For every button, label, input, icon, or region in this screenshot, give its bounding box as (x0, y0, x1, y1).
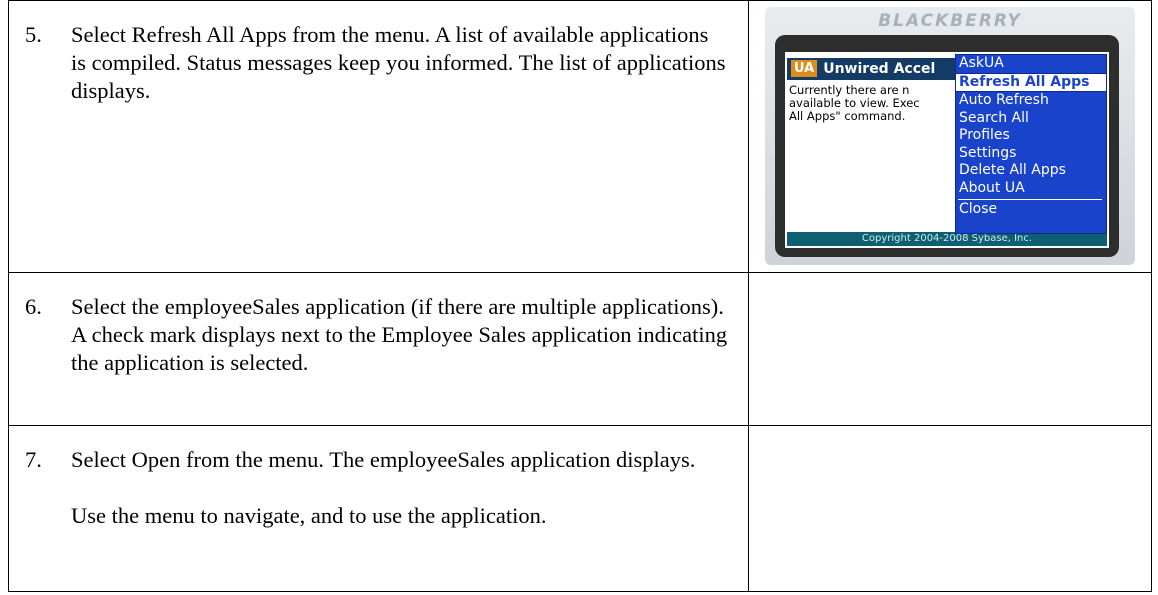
menu-item-about-ua[interactable]: About UA (956, 180, 1106, 198)
blackberry-screenshot: BLACKBERRY UA Unwired Accel Currently the… (765, 7, 1135, 265)
menu-separator (958, 199, 1102, 200)
empty-cell (748, 425, 1152, 592)
step-row-7: 7. Select Open from the menu. The employ… (8, 425, 1152, 592)
menu-item-askua[interactable]: AskUA (956, 55, 1106, 73)
menu-item-delete-all-apps[interactable]: Delete All Apps (956, 162, 1106, 180)
app-menu[interactable]: AskUA Refresh All Apps Auto Refresh Sear… (955, 54, 1107, 234)
step-text: Select Refresh All Apps from the menu. A… (71, 22, 726, 103)
step-text: Select Open from the menu. The employeeS… (71, 447, 696, 472)
app-title: Unwired Accel (823, 61, 936, 77)
step-text-cell: 5. Select Refresh All Apps from the menu… (8, 0, 749, 273)
screenshot-cell: BLACKBERRY UA Unwired Accel Currently the… (748, 0, 1152, 273)
device-brand: BLACKBERRY (878, 11, 1022, 31)
step-extra-text: Use the menu to navigate, and to use the… (71, 503, 547, 528)
menu-item-search-all[interactable]: Search All (956, 110, 1106, 128)
menu-item-settings[interactable]: Settings (956, 145, 1106, 163)
ua-logo-icon: UA (791, 60, 818, 77)
step-text-cell: 7. Select Open from the menu. The employ… (8, 425, 749, 592)
step-number: 7. (25, 447, 42, 472)
step-text-cell: 6. Select the employeeSales application … (8, 272, 749, 426)
menu-item-close[interactable]: Close (956, 201, 1106, 219)
empty-cell (748, 272, 1152, 426)
step-text: Select the employeeSales application (if… (71, 294, 728, 375)
step-number: 6. (25, 294, 42, 319)
copyright-footer: Copyright 2004-2008 Sybase, Inc. (787, 232, 1107, 246)
step-number: 5. (25, 22, 42, 47)
menu-item-auto-refresh[interactable]: Auto Refresh (956, 92, 1106, 110)
menu-item-profiles[interactable]: Profiles (956, 127, 1106, 145)
step-row-5: 5. Select Refresh All Apps from the menu… (8, 0, 1152, 273)
instructions-table: 5. Select Refresh All Apps from the menu… (8, 0, 1152, 592)
step-row-6: 6. Select the employeeSales application … (8, 272, 1152, 426)
menu-item-refresh-all-apps[interactable]: Refresh All Apps (955, 72, 1107, 92)
device-screen: UA Unwired Accel Currently there are n av… (785, 52, 1109, 248)
